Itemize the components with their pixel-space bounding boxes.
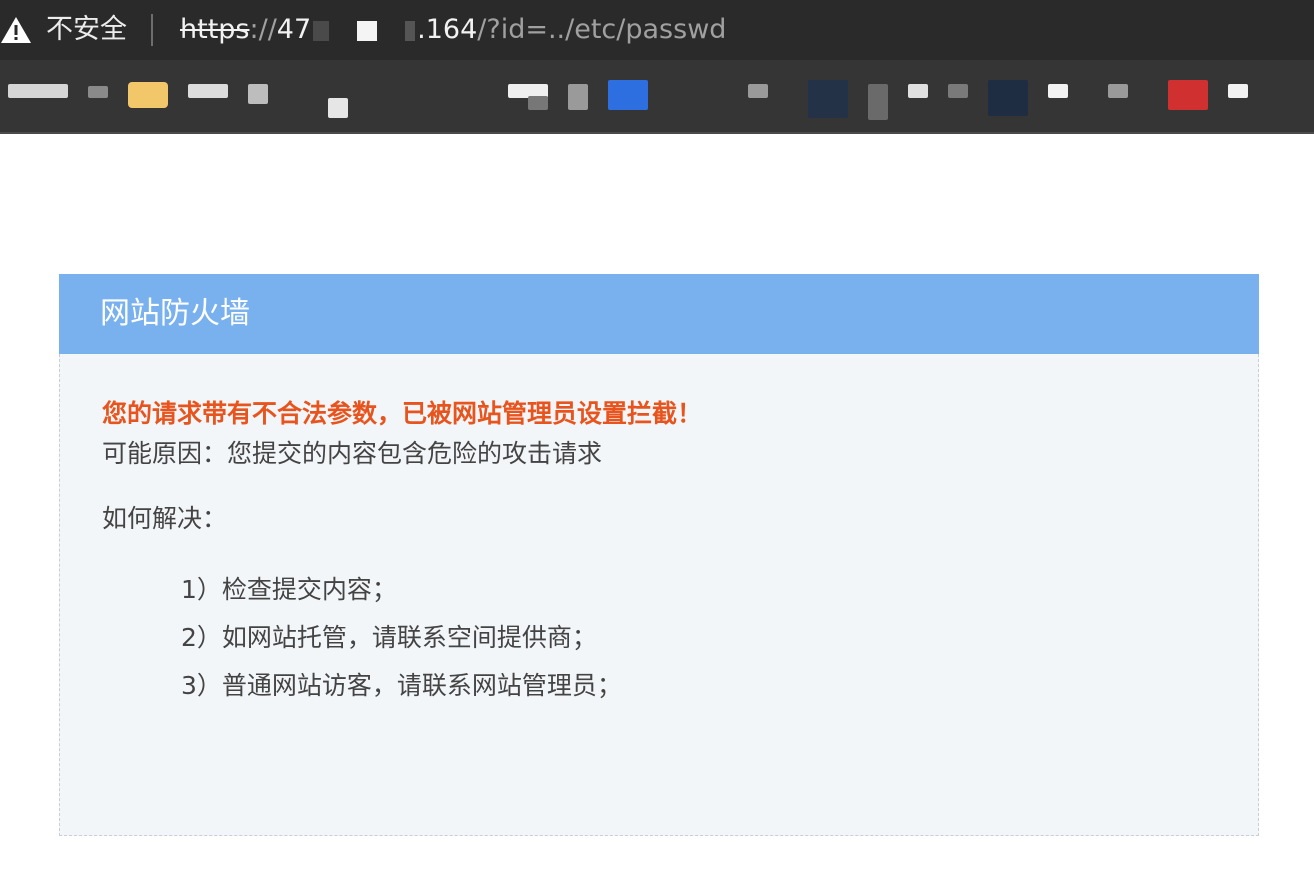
bookmark-item[interactable] [608,80,648,110]
firewall-panel: 网站防火墙 您的请求带有不合法参数，已被网站管理员设置拦截！ 可能原因：您提交的… [59,274,1259,836]
insecure-label[interactable]: 不安全 [46,13,127,47]
url-host-start: 47 [276,14,312,45]
bookmark-item[interactable] [1108,84,1128,98]
block-reason: 可能原因：您提交的内容包含危险的攻击请求 [102,439,603,468]
bookmark-item[interactable] [1168,80,1208,110]
solution-steps: 1）检查提交内容； 2）如网站托管，请联系空间提供商； 3）普通网站访客，请联系… [181,566,622,710]
bookmark-item[interactable] [328,98,348,118]
bookmark-item[interactable] [948,84,968,98]
url-text[interactable]: https://47 .164/?id=../etc/passwd [180,13,726,47]
address-bar[interactable]: 不安全 https://47 .164/?id=../etc/passwd [0,0,1314,60]
bookmark-item[interactable] [908,84,928,98]
bookmark-item[interactable] [1048,84,1068,98]
bookmark-item[interactable] [1228,84,1248,98]
redacted-block [405,20,416,41]
howto-heading: 如何解决： [102,504,228,533]
folder-icon[interactable] [128,82,168,108]
address-divider [151,14,153,46]
url-path: /?id=../etc/passwd [477,14,727,45]
panel-body: 您的请求带有不合法参数，已被网站管理员设置拦截！ 可能原因：您提交的内容包含危险… [59,354,1259,836]
bookmark-item[interactable] [808,80,848,118]
bookmark-item[interactable] [748,84,768,98]
bookmark-item[interactable] [568,84,588,110]
redacted-block [313,20,330,41]
bookmark-item[interactable] [188,84,228,98]
url-host-end: .164 [417,14,478,45]
panel-header: 网站防火墙 [59,274,1259,354]
bookmark-item[interactable] [248,84,268,104]
redacted-block [357,20,378,41]
block-alert-message: 您的请求带有不合法参数，已被网站管理员设置拦截！ [102,399,703,428]
bookmark-item[interactable] [528,96,548,110]
url-separator: :// [249,14,277,45]
url-scheme: https [180,14,250,45]
bookmark-item[interactable] [88,86,108,98]
list-item: 2）如网站托管，请联系空间提供商； [181,623,597,652]
list-item: 3）普通网站访客，请联系网站管理员； [181,671,622,700]
list-item: 1）检查提交内容； [181,575,397,604]
bookmark-item[interactable] [8,84,68,98]
bookmarks-bar [0,60,1314,134]
page-title: 网站防火墙 [100,296,250,331]
bookmark-item[interactable] [988,80,1028,116]
bookmark-item[interactable] [868,84,888,120]
warning-icon[interactable] [0,14,32,46]
